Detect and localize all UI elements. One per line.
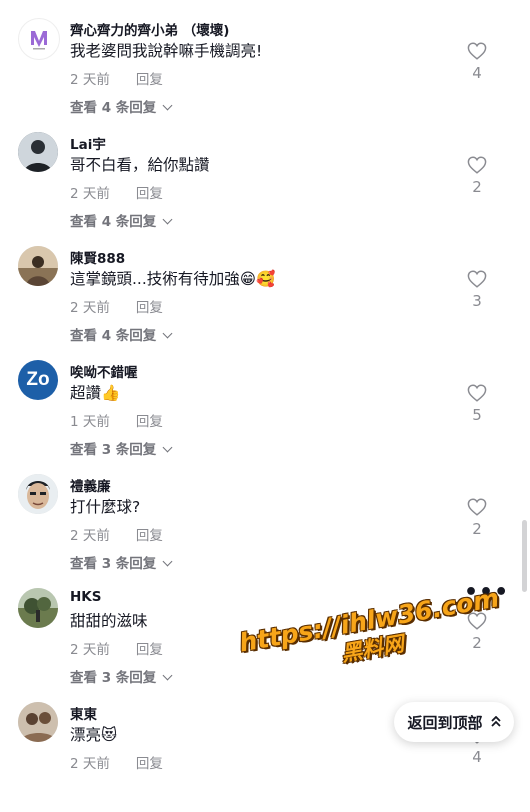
reply-button[interactable]: 回复 [136, 756, 163, 772]
chevron-down-icon [162, 556, 173, 567]
comment-text: 我老婆問我說幹嘛手機調亮! [70, 42, 263, 60]
comment-meta: 2 天前 回复 [70, 296, 163, 316]
comment-time: 2 天前 [70, 300, 110, 316]
comment-text: 超讚👍 [70, 384, 121, 402]
double-chevron-up-icon [490, 716, 501, 727]
heart-icon [467, 156, 487, 174]
chevron-down-icon [162, 670, 173, 681]
user-avatar[interactable] [18, 132, 58, 172]
chevron-down-icon [162, 328, 173, 339]
landscape-photo-icon [18, 588, 58, 628]
user-avatar[interactable] [18, 474, 58, 514]
scrollbar-thumb[interactable] [522, 520, 527, 592]
heart-icon [467, 498, 487, 516]
view-replies-button[interactable]: 查看 4 条回复 [70, 210, 173, 230]
comment-time: 2 天前 [70, 756, 110, 772]
view-replies-button[interactable]: 查看 3 条回复 [70, 552, 173, 572]
comment-text: 漂亮😻 [70, 726, 118, 744]
person-photo-icon [18, 702, 58, 742]
view-replies-label: 查看 4 条回复 [70, 214, 157, 230]
comment-item: Zo 唉呦不錯喔 超讚👍 1 天前 回复 查看 3 条回复 5 [0, 356, 530, 470]
reply-button[interactable]: 回复 [136, 186, 163, 202]
user-avatar[interactable] [18, 246, 58, 286]
brand-logo-icon [31, 31, 47, 50]
comment-time: 2 天前 [70, 186, 110, 202]
comment-meta: 2 天前 回复 [70, 182, 163, 202]
heart-icon [467, 270, 487, 288]
like-button[interactable]: 3 [464, 270, 490, 310]
chevron-down-icon [162, 100, 173, 111]
comment-meta: 2 天前 回复 [70, 752, 163, 772]
comment-meta: 2 天前 回复 [70, 638, 163, 658]
like-count: 4 [472, 748, 482, 766]
view-replies-button[interactable]: 查看 3 条回复 [70, 438, 173, 458]
comment-author[interactable]: 陳賢888 [70, 247, 125, 267]
chevron-down-icon [162, 442, 173, 453]
cartoon-face-icon [18, 474, 58, 514]
view-replies-button[interactable]: 查看 4 条回复 [70, 96, 173, 116]
avatar-initials: Zo [26, 369, 50, 390]
view-replies-label: 查看 3 条回复 [70, 670, 157, 686]
reply-button[interactable]: 回复 [136, 414, 163, 430]
comment-author[interactable]: Lai宇 [70, 133, 106, 153]
comment-author[interactable]: 唉呦不錯喔 [70, 361, 138, 381]
person-photo-icon [18, 246, 58, 286]
comment-meta: 2 天前 回复 [70, 68, 163, 88]
like-count: 5 [472, 406, 482, 424]
chevron-down-icon [162, 214, 173, 225]
user-avatar[interactable] [18, 18, 60, 60]
comment-item: 陳賢888 這掌鏡頭...技術有待加強😁🥰 2 天前 回复 查看 4 条回复 3 [0, 242, 530, 356]
like-count: 2 [472, 178, 482, 196]
comment-author[interactable]: 禮義廉 [70, 475, 111, 495]
reply-button[interactable]: 回复 [136, 72, 163, 88]
like-button[interactable]: 2 [464, 156, 490, 196]
user-avatar[interactable]: Zo [18, 360, 58, 400]
reply-button[interactable]: 回复 [136, 300, 163, 316]
person-photo-icon [18, 132, 58, 172]
view-replies-label: 查看 4 条回复 [70, 100, 157, 116]
comment-time: 2 天前 [70, 72, 110, 88]
comment-author[interactable]: HKS [70, 589, 101, 605]
comment-meta: 2 天前 回复 [70, 524, 163, 544]
heart-icon [467, 42, 487, 60]
like-button[interactable]: 2 [464, 498, 490, 538]
comment-time: 2 天前 [70, 642, 110, 658]
reply-button[interactable]: 回复 [136, 642, 163, 658]
user-avatar[interactable] [18, 702, 58, 742]
like-count: 4 [472, 64, 482, 82]
comment-text: 哥不白看，給你點讚 [70, 156, 210, 174]
comment-item: 齊心齊力的齊小弟 （壞壞) 我老婆問我說幹嘛手機調亮! 2 天前 回复 查看 4 … [0, 14, 530, 128]
view-replies-button[interactable]: 查看 3 条回复 [70, 666, 173, 686]
comment-text: 打什麼球? [70, 498, 141, 516]
view-replies-label: 查看 3 条回复 [70, 556, 157, 572]
back-to-top-label: 返回到顶部 [407, 713, 483, 732]
comment-time: 2 天前 [70, 528, 110, 544]
back-to-top-button[interactable]: 返回到顶部 [394, 702, 514, 742]
comment-author[interactable]: 齊心齊力的齊小弟 （壞壞) [70, 19, 229, 39]
heart-icon [467, 384, 487, 402]
comment-item: 禮義廉 打什麼球? 2 天前 回复 查看 3 条回复 2 [0, 470, 530, 584]
view-replies-label: 查看 4 条回复 [70, 328, 157, 344]
like-count: 2 [472, 520, 482, 538]
comment-text: 這掌鏡頭...技術有待加強😁🥰 [70, 270, 276, 288]
like-button[interactable]: 4 [464, 42, 490, 82]
comment-item: Lai宇 哥不白看，給你點讚 2 天前 回复 查看 4 条回复 2 [0, 128, 530, 242]
like-count: 3 [472, 292, 482, 310]
comment-meta: 1 天前 回复 [70, 410, 163, 430]
user-avatar[interactable] [18, 588, 58, 628]
comment-time: 1 天前 [70, 414, 110, 430]
reply-button[interactable]: 回复 [136, 528, 163, 544]
comment-text: 甜甜的滋味 [70, 612, 148, 630]
like-button[interactable]: 5 [464, 384, 490, 424]
view-replies-label: 查看 3 条回复 [70, 442, 157, 458]
view-replies-button[interactable]: 查看 4 条回复 [70, 324, 173, 344]
comment-author[interactable]: 東東 [70, 703, 97, 723]
